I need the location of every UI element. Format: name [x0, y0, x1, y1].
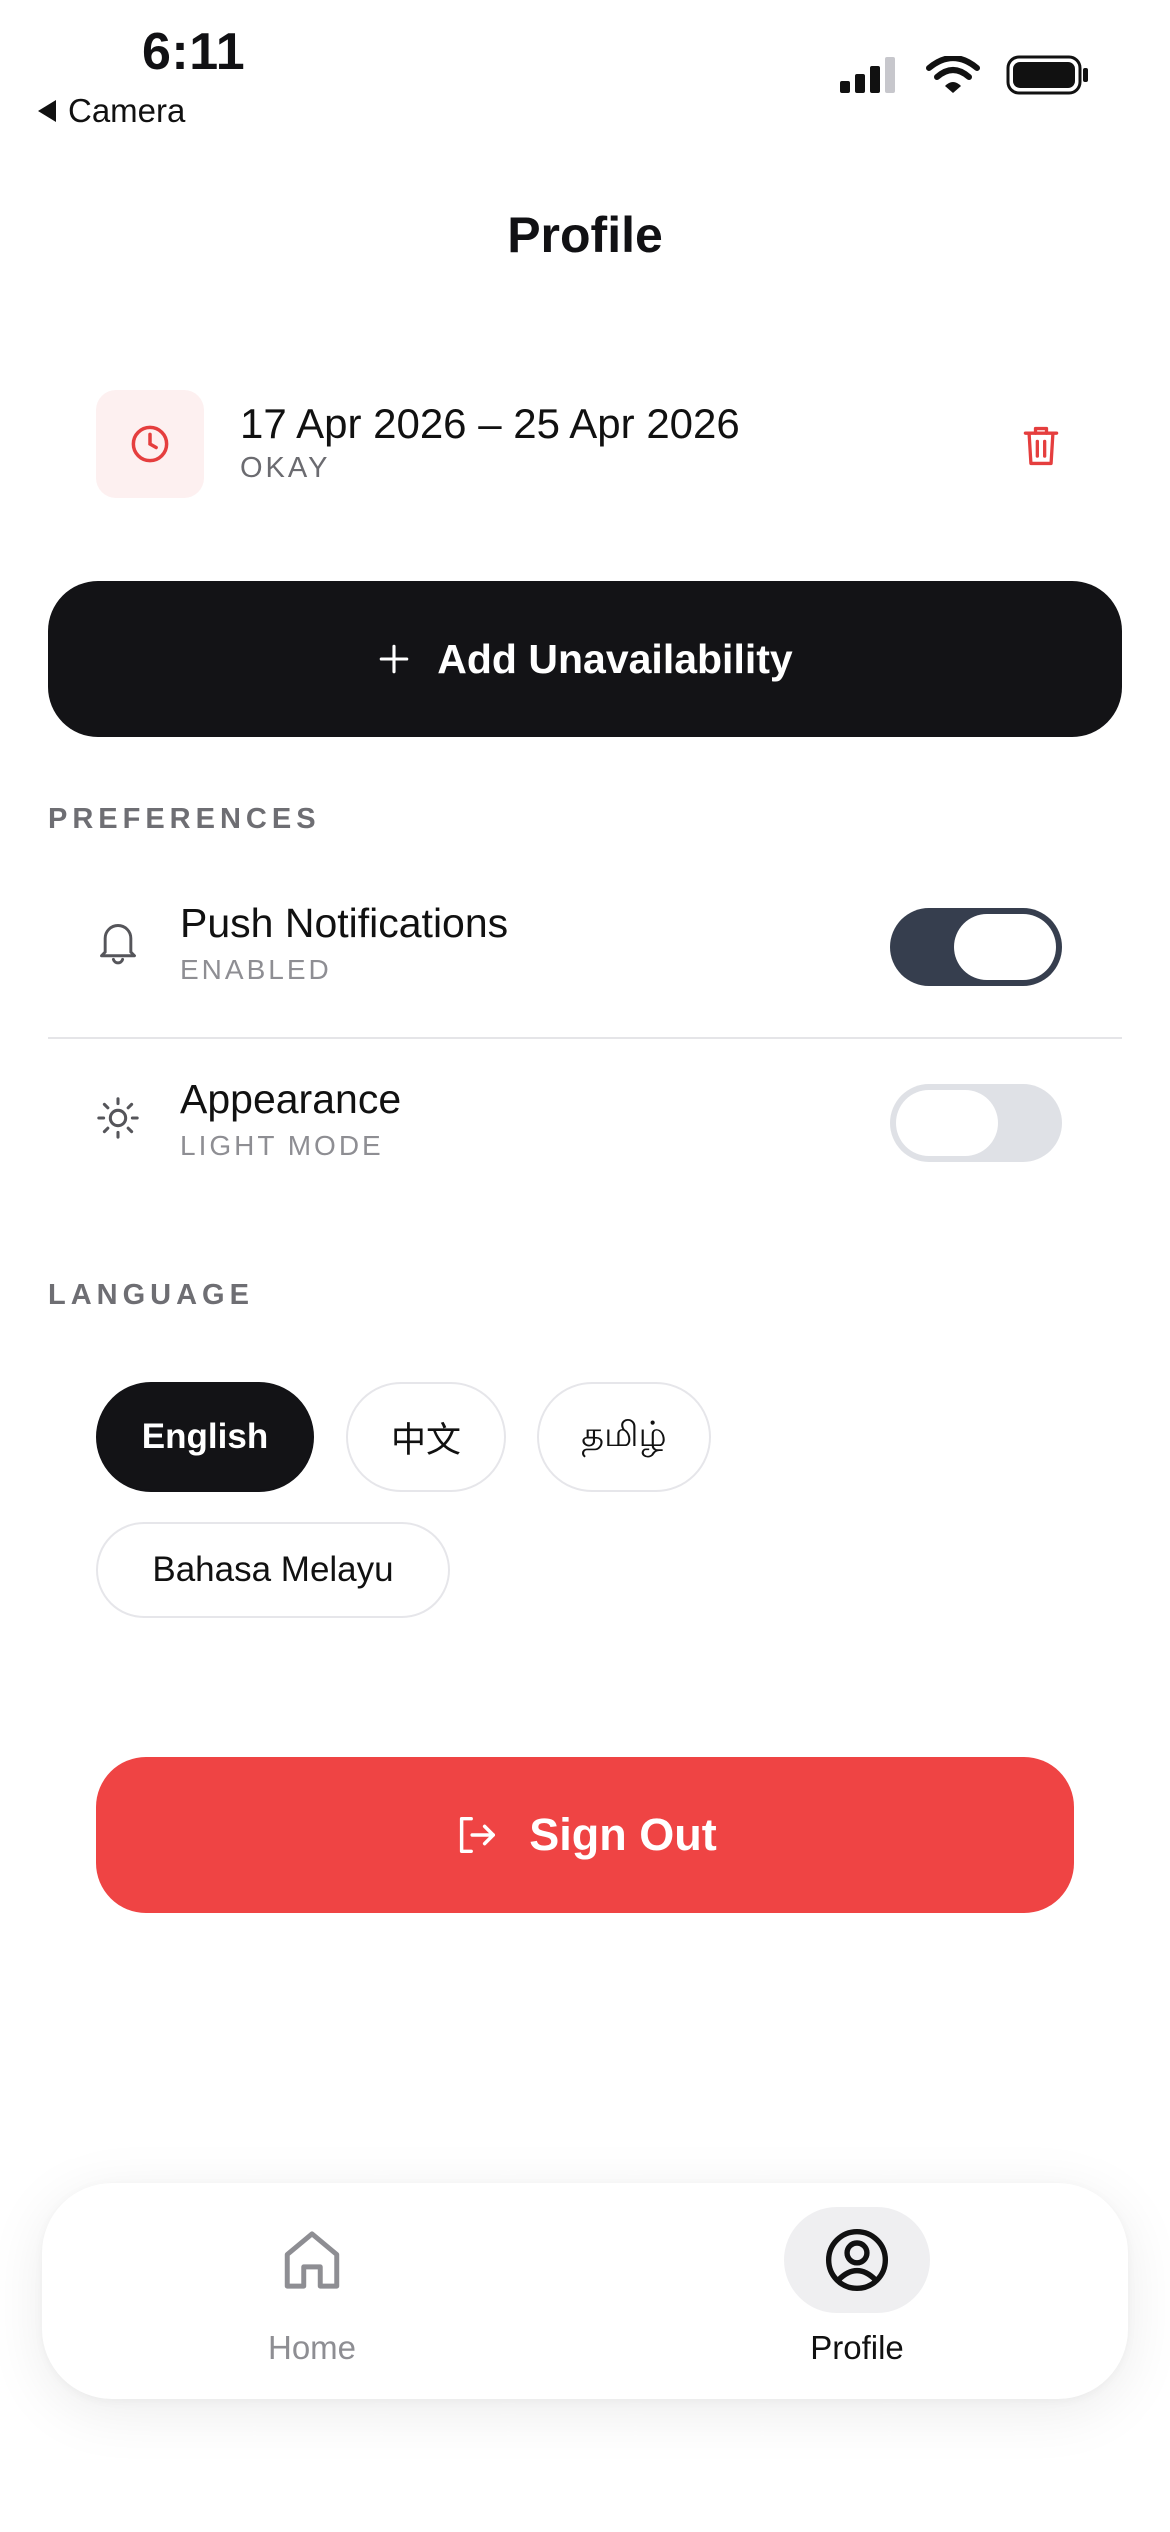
user-circle-icon — [825, 2228, 889, 2292]
trash-icon — [1023, 426, 1059, 466]
language-chip-english[interactable]: English — [96, 1382, 314, 1492]
status-icons — [840, 55, 1090, 95]
bottom-nav: Home Profile — [42, 2183, 1128, 2399]
home-icon-wrap — [239, 2207, 385, 2313]
back-triangle-icon — [38, 100, 56, 122]
add-unavailability-label: Add Unavailability — [437, 635, 793, 682]
bell-icon — [100, 924, 136, 965]
sun-icon — [97, 1097, 139, 1139]
back-to-app-button[interactable]: Camera — [38, 92, 185, 130]
toggle-knob — [954, 914, 1056, 980]
language-chip-chinese[interactable]: 中文 — [346, 1382, 506, 1492]
status-time: 6:11 — [142, 23, 246, 81]
sign-out-button[interactable]: Sign Out — [96, 1757, 1074, 1913]
appearance-mode: LIGHT MODE — [180, 1130, 384, 1161]
nav-label-home: Home — [267, 2329, 357, 2366]
push-notifications-status: ENABLED — [180, 954, 332, 985]
add-unavailability-button[interactable]: Add Unavailability — [48, 581, 1122, 737]
appearance-row: Appearance LIGHT MODE — [48, 1058, 1122, 1188]
profile-screen: 6:11 Camera Profile 17 Apr 2026 – 25 Apr… — [0, 0, 1170, 2532]
wifi-icon — [926, 56, 980, 93]
unavailability-status: OKAY — [240, 452, 331, 484]
sign-out-icon — [460, 1816, 496, 1854]
push-notifications-row: Push Notifications ENABLED — [48, 882, 1122, 1012]
unavailability-date-range: 17 Apr 2026 – 25 Apr 2026 — [240, 400, 740, 447]
toggle-knob — [896, 1090, 998, 1156]
push-notifications-title: Push Notifications — [180, 900, 509, 946]
sign-out-label: Sign Out — [529, 1809, 717, 1860]
unavailability-item: 17 Apr 2026 – 25 Apr 2026 OKAY — [96, 388, 1086, 498]
language-section-label: LANGUAGE — [48, 1279, 254, 1311]
preferences-section-label: PREFERENCES — [48, 803, 321, 835]
appearance-title: Appearance — [180, 1076, 402, 1122]
preferences-divider — [48, 1037, 1122, 1039]
page-title: Profile — [507, 207, 663, 263]
cellular-signal-icon — [840, 57, 895, 93]
user-circle-icon-wrap — [784, 2207, 930, 2313]
back-app-label: Camera — [68, 92, 186, 129]
nav-item-home[interactable]: Home — [192, 2207, 432, 2379]
nav-label-profile: Profile — [810, 2329, 904, 2366]
home-icon — [284, 2231, 340, 2289]
delete-unavailability-button[interactable] — [1016, 418, 1066, 474]
nav-item-profile[interactable]: Profile — [737, 2207, 977, 2379]
sun-icon-wrap — [94, 1092, 142, 1144]
language-chip-malay[interactable]: Bahasa Melayu — [96, 1522, 450, 1618]
appearance-toggle[interactable] — [890, 1084, 1062, 1162]
clock-tile — [96, 390, 204, 498]
plus-icon — [379, 644, 409, 674]
bell-icon-wrap — [94, 916, 142, 968]
push-notifications-toggle[interactable] — [890, 908, 1062, 986]
clock-icon — [131, 425, 169, 463]
language-chip-tamil[interactable]: தமிழ் — [537, 1382, 711, 1492]
battery-icon — [1006, 55, 1088, 95]
